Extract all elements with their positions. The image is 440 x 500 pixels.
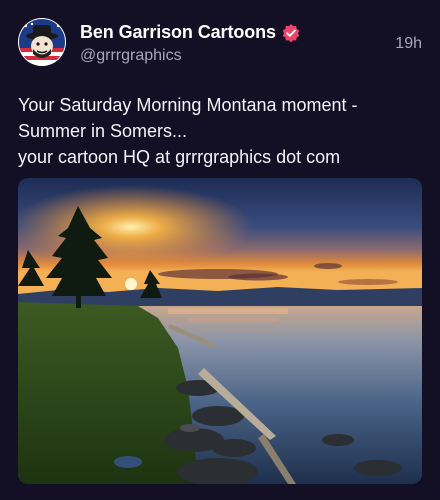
verified-badge-icon: [281, 23, 301, 43]
author-handle[interactable]: @grrrgraphics: [80, 47, 182, 65]
post-text-line: Your Saturday Morning Montana moment -: [18, 95, 358, 115]
name-row: Ben Garrison Cartoons: [80, 22, 301, 43]
post-text-line: Summer in Somers...: [18, 121, 188, 141]
post-header: Ben Garrison Cartoons @grrrgraphics 19h: [18, 18, 422, 68]
post-photo[interactable]: [18, 178, 422, 484]
post-timestamp[interactable]: 19h: [395, 35, 422, 53]
cartoon-avatar-icon[interactable]: [18, 18, 66, 66]
post-body-text: Your Saturday Morning Montana moment - S…: [18, 92, 422, 170]
display-name[interactable]: Ben Garrison Cartoons: [80, 22, 276, 43]
post-card[interactable]: Ben Garrison Cartoons @grrrgraphics 19h …: [0, 0, 440, 500]
post-text-line: your cartoon HQ at grrrgraphics dot com: [18, 147, 341, 167]
